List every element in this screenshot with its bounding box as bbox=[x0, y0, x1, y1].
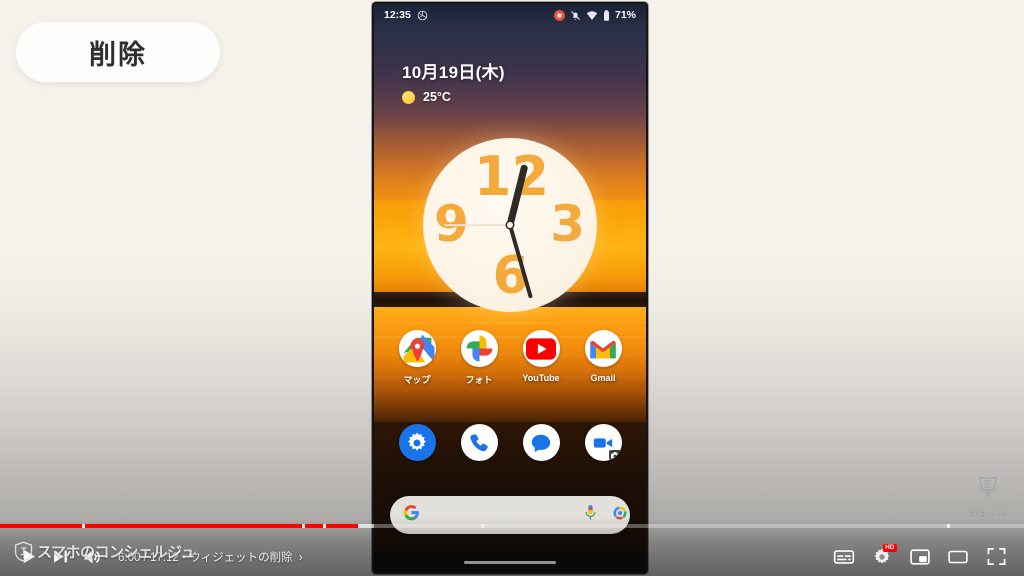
photos-icon bbox=[417, 10, 428, 21]
chapter-marker bbox=[947, 524, 951, 528]
app-label-photos: フォト bbox=[465, 375, 493, 385]
google-photos-icon bbox=[466, 335, 492, 362]
messages-icon bbox=[531, 434, 551, 452]
microphone-icon[interactable] bbox=[583, 504, 598, 526]
theater-mode-button[interactable] bbox=[942, 541, 974, 573]
caption-pill: 削除 bbox=[16, 22, 220, 82]
clock-face: 12 3 6 9 bbox=[423, 138, 597, 312]
date-weather-widget[interactable]: 10月19日(木) 25°C bbox=[402, 58, 505, 104]
google-lens-icon[interactable] bbox=[612, 505, 628, 526]
app-label-youtube: YouTube bbox=[522, 373, 560, 383]
status-bar-time: 12:35 bbox=[384, 9, 411, 21]
temperature-label: 25°C bbox=[423, 90, 451, 104]
phone-screen[interactable]: 12:35 71% 10月19日(木) 25°C 12 3 6 9 マップ フォ… bbox=[374, 4, 646, 572]
search-input[interactable] bbox=[428, 508, 583, 522]
clock-numeral-3: 3 bbox=[550, 195, 585, 253]
battery-icon bbox=[603, 9, 610, 21]
chapter-marker bbox=[322, 524, 326, 528]
progress-bar-track[interactable] bbox=[0, 524, 1024, 528]
settings-gear-icon bbox=[408, 432, 426, 451]
chapter-marker bbox=[302, 524, 306, 528]
youtube-icon bbox=[526, 337, 556, 360]
date-label: 10月19日(木) bbox=[402, 63, 505, 82]
subtitles-button[interactable] bbox=[828, 541, 860, 573]
app-icon-meet[interactable] bbox=[576, 424, 630, 461]
miniplayer-button[interactable] bbox=[904, 541, 936, 573]
corner-watermark: コアコンシェル bbox=[960, 474, 1016, 518]
google-g-icon bbox=[403, 504, 420, 526]
sun-icon bbox=[402, 90, 415, 104]
app-row-dock bbox=[374, 424, 646, 461]
quality-badge: HD bbox=[882, 543, 897, 552]
analog-clock-widget[interactable]: 12 3 6 9 bbox=[423, 138, 597, 312]
gmail-icon bbox=[590, 340, 616, 358]
app-icon-settings[interactable] bbox=[390, 424, 444, 461]
app-label-gmail: Gmail bbox=[590, 373, 616, 383]
core-concier-logo-icon bbox=[979, 477, 997, 498]
shield-logo-icon bbox=[14, 541, 33, 562]
phone-icon bbox=[470, 433, 488, 451]
app-icon-maps[interactable]: マップ bbox=[390, 330, 444, 386]
clock-center-pin bbox=[507, 222, 513, 228]
channel-watermark: スマホのコンシェルジュ bbox=[14, 541, 196, 562]
app-icon-photos[interactable]: フォト bbox=[452, 330, 506, 386]
status-bar: 12:35 71% bbox=[374, 4, 646, 26]
camera-badge-icon bbox=[608, 450, 621, 460]
wifi-icon bbox=[586, 10, 598, 21]
chevron-right-icon[interactable]: › bbox=[299, 552, 303, 564]
app-label-maps: マップ bbox=[403, 375, 431, 385]
caption-pill-label: 削除 bbox=[89, 39, 147, 70]
google-search-bar[interactable] bbox=[390, 496, 630, 534]
app-icon-messages[interactable] bbox=[514, 424, 568, 461]
channel-watermark-label: スマホのコンシェルジュ bbox=[37, 544, 196, 561]
app-icon-gmail[interactable]: Gmail bbox=[576, 330, 630, 386]
corner-watermark-label: コアコンシェル bbox=[968, 512, 1008, 518]
notifications-off-icon bbox=[570, 10, 581, 21]
google-maps-icon bbox=[398, 330, 436, 367]
phone-device: 12:35 71% 10月19日(木) 25°C 12 3 6 9 マップ フォ… bbox=[372, 2, 648, 574]
clock-second-hand bbox=[444, 224, 510, 226]
chapter-marker bbox=[81, 524, 85, 528]
screen-record-icon bbox=[553, 9, 565, 21]
player-settings-button[interactable]: HD bbox=[866, 541, 898, 573]
app-icon-phone[interactable] bbox=[452, 424, 506, 461]
app-row-primary: マップ フォト YouTube Gmail bbox=[374, 330, 646, 386]
clock-numeral-12: 12 bbox=[473, 145, 550, 208]
battery-percent-label: 71% bbox=[614, 9, 636, 21]
chapter-title[interactable]: ウィジェットの削除 bbox=[189, 552, 293, 564]
chapter-marker bbox=[481, 524, 485, 528]
app-icon-youtube[interactable]: YouTube bbox=[514, 330, 568, 386]
video-stage: 削除 コアコンシェル 12:35 71% 10月19日(木) 25°C 12 3… bbox=[0, 0, 1024, 576]
fullscreen-button[interactable] bbox=[980, 541, 1012, 573]
